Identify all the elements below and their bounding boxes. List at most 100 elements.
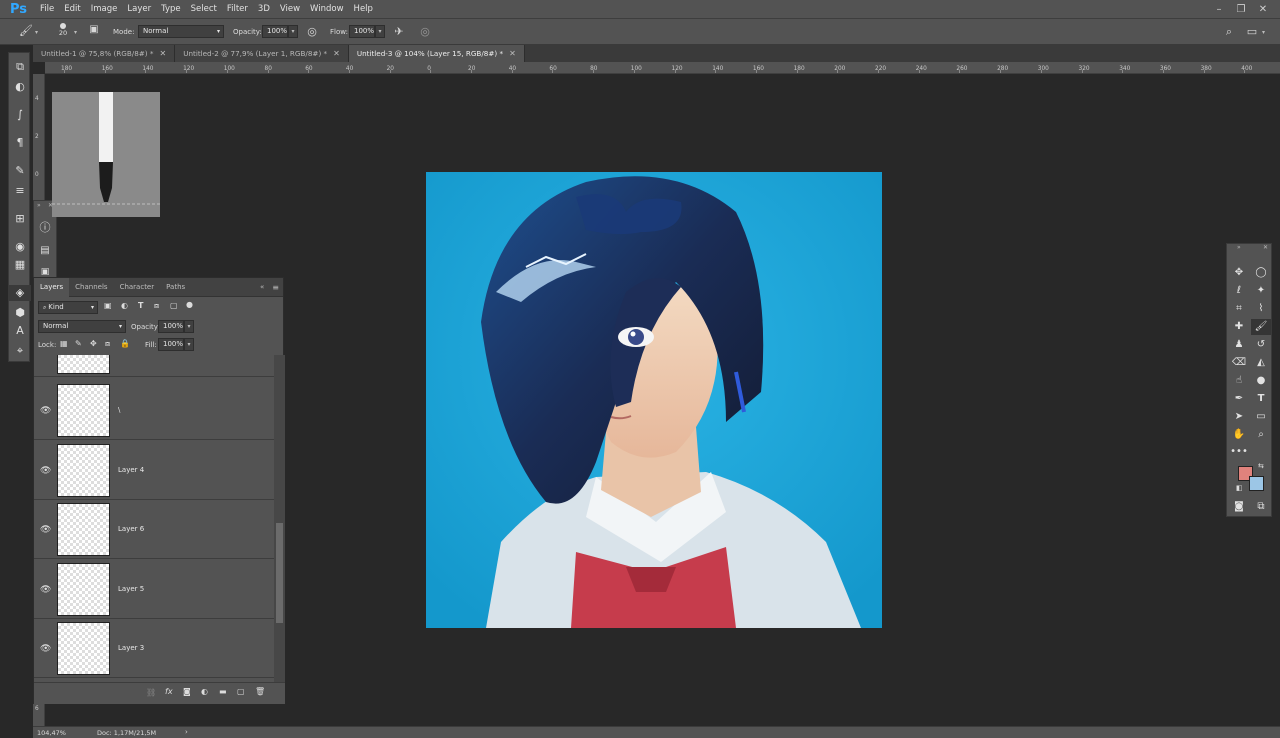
menu-type[interactable]: Type [156, 4, 186, 14]
adjustments-icon[interactable]: ≡ [9, 183, 31, 199]
clone-source-icon[interactable]: ⊞ [9, 211, 31, 227]
brush-presets-icon[interactable]: ✎ [9, 163, 31, 179]
close-icon[interactable]: ✕ [333, 49, 340, 58]
menu-layer[interactable]: Layer [122, 4, 156, 14]
menu-3d[interactable]: 3D [253, 4, 275, 14]
document-canvas[interactable] [426, 172, 882, 628]
close-icon[interactable]: ✕ [1252, 4, 1274, 15]
channels-panel-icon[interactable]: ⬢ [9, 305, 31, 321]
adjustment-layer-icon[interactable]: ◐ [201, 687, 208, 696]
brush-tool-icon[interactable]: 🖌 [18, 24, 34, 37]
filter-toggle-icon[interactable]: ● [186, 300, 193, 309]
eyedropper-icon[interactable]: ⌇ [1251, 301, 1271, 317]
type-tool-icon[interactable]: T [1251, 391, 1271, 407]
restore-icon[interactable]: ❐ [1230, 4, 1252, 15]
layers-scrollbar[interactable] [274, 355, 285, 682]
quick-mask-icon[interactable]: ◙ [1229, 499, 1249, 515]
link-layers-icon[interactable]: ⛓ [146, 688, 156, 697]
lock-position-icon[interactable]: ✥ [90, 339, 97, 348]
move-tool-icon[interactable]: ✥ [1229, 265, 1249, 281]
filter-kind-select[interactable]: ⌕ Kind ▾ [38, 301, 98, 314]
layers-panel-icon[interactable]: ◈ [9, 285, 31, 301]
lock-image-icon[interactable]: ✎ [75, 339, 82, 348]
menu-file[interactable]: File [35, 4, 59, 14]
filter-adjustment-icon[interactable]: ◐ [121, 301, 128, 310]
tab-layers[interactable]: Layers [34, 277, 70, 297]
minimize-icon[interactable]: – [1208, 4, 1230, 15]
filter-type-icon[interactable]: T [138, 301, 143, 310]
paragraph-panel-icon[interactable]: ¶ [9, 135, 31, 151]
flow-dropdown[interactable]: ▾ [375, 25, 385, 38]
menu-window[interactable]: Window [305, 4, 349, 14]
info-icon[interactable]: ⓘ [37, 219, 53, 235]
tab-character[interactable]: Character [114, 278, 161, 297]
healing-brush-icon[interactable]: ✚ [1229, 319, 1249, 335]
menu-select[interactable]: Select [186, 4, 222, 14]
menu-image[interactable]: Image [86, 4, 123, 14]
chevron-down-icon[interactable]: ▾ [74, 29, 77, 36]
paint-bucket-icon[interactable]: ◭ [1251, 355, 1271, 371]
properties-icon[interactable]: ▤ [37, 245, 53, 261]
hand-tool-icon[interactable]: ✋ [1229, 427, 1249, 443]
opacity-input[interactable]: 100% [262, 25, 288, 38]
filter-shape-icon[interactable]: ⧈ [154, 301, 159, 311]
default-colors-icon[interactable]: ◧ [1236, 484, 1243, 492]
dodge-tool-icon[interactable]: ● [1251, 373, 1271, 389]
chevron-right-icon[interactable]: › [185, 728, 188, 736]
collapse-icon[interactable]: « [256, 283, 268, 291]
tab-untitled-3[interactable]: Untitled-3 @ 104% (Layer 15, RGB/8#) * ✕ [348, 45, 525, 62]
visibility-eye-icon[interactable]: 👁 [40, 644, 51, 654]
layer-name[interactable]: \ [118, 406, 120, 414]
mode-select[interactable]: Normal ▾ [138, 25, 224, 38]
layer-name[interactable]: Layer 6 [118, 525, 144, 533]
menu-view[interactable]: View [275, 4, 305, 14]
layers-scrollbar-thumb[interactable] [276, 523, 283, 623]
panel-menu-icon[interactable]: ≡ [268, 283, 283, 292]
visibility-eye-icon[interactable]: 👁 [40, 525, 51, 535]
trash-icon[interactable]: 🗑 [255, 687, 265, 696]
brush-panel-icon[interactable]: ∫ [9, 107, 31, 123]
styles-icon[interactable]: ◉ [9, 239, 31, 255]
layer-row[interactable] [34, 355, 274, 377]
smudge-tool-icon[interactable]: ☝ [1229, 373, 1249, 389]
history-brush-icon[interactable]: ↺ [1251, 337, 1271, 353]
rectangle-tool-icon[interactable]: ▭ [1251, 409, 1271, 425]
brush-panel-toggle-icon[interactable]: ▣ [87, 24, 101, 35]
layer-name[interactable]: Layer 5 [118, 585, 144, 593]
visibility-eye-icon[interactable]: 👁 [40, 406, 51, 416]
zoom-tool-icon[interactable]: ⌕ [1251, 427, 1271, 443]
visibility-eye-icon[interactable]: 👁 [40, 466, 51, 476]
tab-channels[interactable]: Channels [69, 278, 113, 297]
lock-all-icon[interactable]: 🔒 [120, 339, 130, 348]
more-tools-icon[interactable]: ••• [1229, 444, 1249, 460]
close-icon[interactable]: ✕ [159, 49, 166, 58]
fill-dropdown[interactable]: ▾ [184, 338, 194, 351]
stamp-tool-icon[interactable]: ♟ [1229, 337, 1249, 353]
layer-opacity-dropdown[interactable]: ▾ [184, 320, 194, 333]
visibility-eye-icon[interactable]: 👁 [40, 585, 51, 595]
fx-icon[interactable]: fx [165, 687, 173, 696]
crop-tool-icon[interactable]: ⌗ [1229, 301, 1249, 317]
pressure-size-icon[interactable]: ◎ [418, 25, 432, 38]
swap-colors-icon[interactable]: ⇆ [1258, 462, 1264, 470]
new-group-icon[interactable]: ▬ [219, 687, 227, 696]
filter-pixel-icon[interactable]: ▣ [104, 301, 112, 310]
layer-row[interactable]: 👁 Layer 3 [34, 619, 274, 678]
eraser-tool-icon[interactable]: ⌫ [1229, 355, 1249, 371]
collapse-icon[interactable]: » [37, 202, 41, 209]
add-mask-icon[interactable]: ◙ [183, 687, 191, 696]
screen-mode-icon[interactable]: ⧉ [1251, 499, 1271, 515]
menu-help[interactable]: Help [349, 4, 378, 14]
path-selection-icon[interactable]: ➤ [1229, 409, 1249, 425]
marquee-tool-icon[interactable]: ◯ [1251, 265, 1271, 281]
paths-panel-icon[interactable]: ⌖ [9, 343, 31, 359]
color-panel-icon[interactable]: ◐ [9, 79, 31, 95]
layer-row[interactable]: 👁 Layer 4 [34, 441, 274, 500]
character-panel-icon[interactable]: A [9, 323, 31, 339]
background-color-swatch[interactable] [1249, 476, 1264, 491]
lasso-tool-icon[interactable]: ℓ [1229, 283, 1249, 299]
layer-row[interactable]: 👁 Layer 5 [34, 560, 274, 619]
tab-untitled-2[interactable]: Untitled-2 @ 77,9% (Layer 1, RGB/8#) * ✕ [175, 45, 349, 62]
close-icon[interactable]: ✕ [1263, 244, 1268, 251]
notes-icon[interactable]: ▣ [37, 267, 53, 277]
